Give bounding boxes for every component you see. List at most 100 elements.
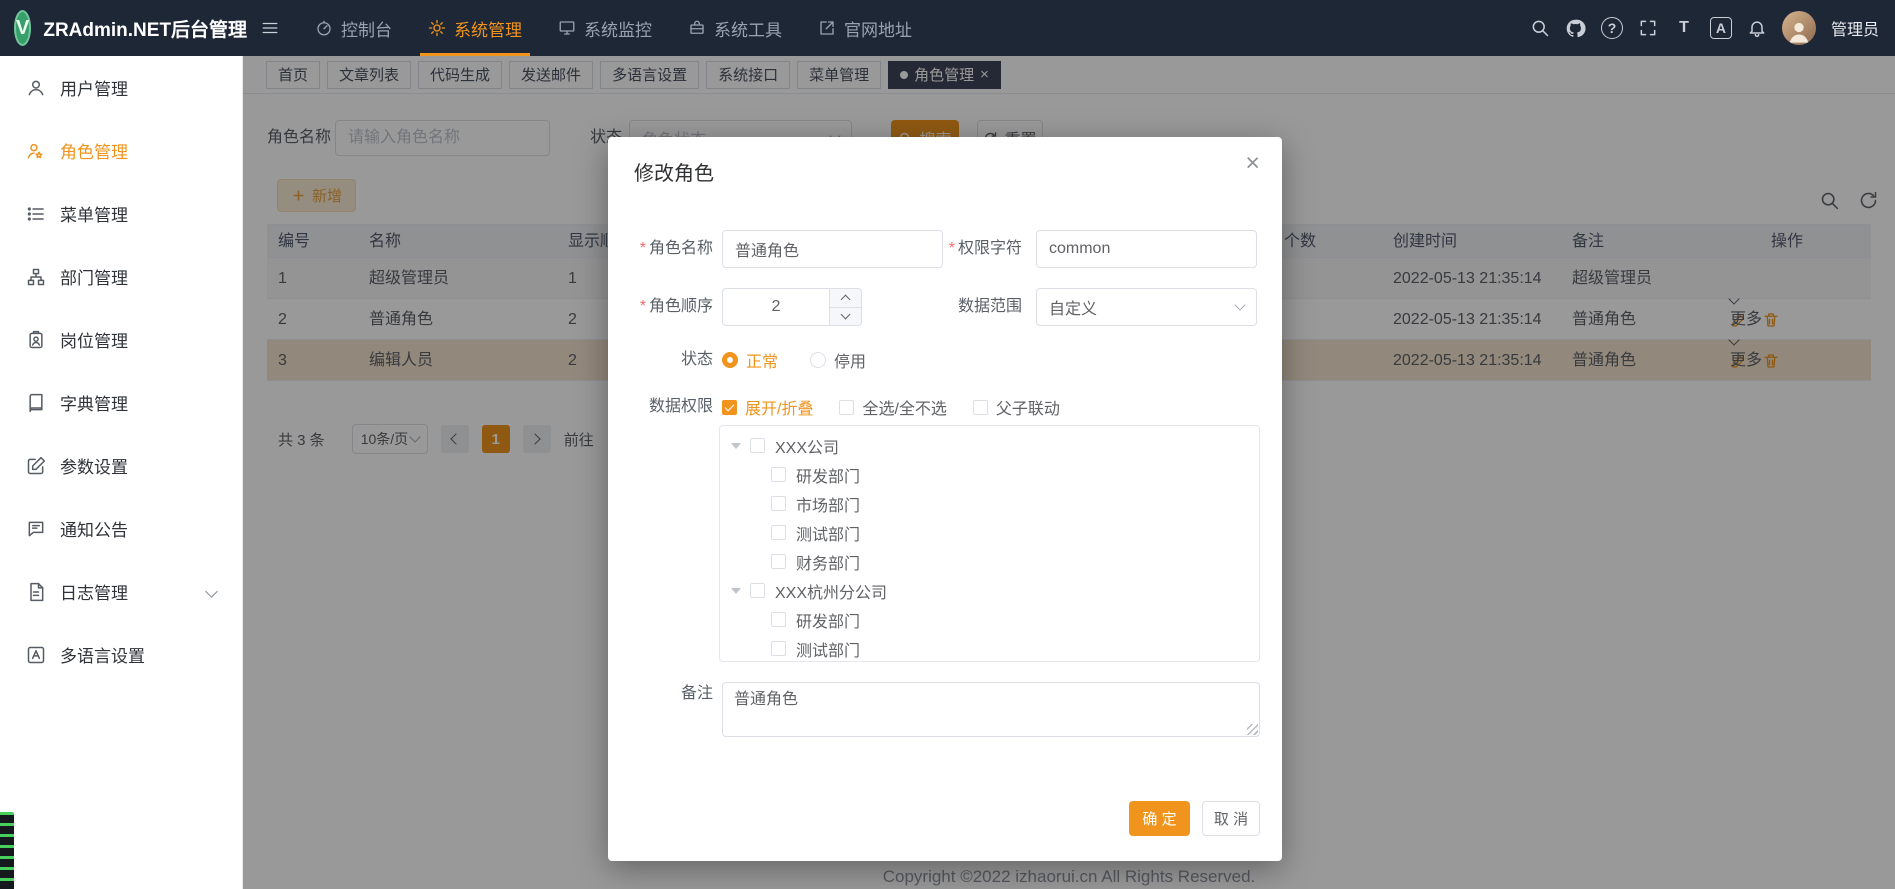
status-radio-group: 正常 停用 [722, 341, 866, 379]
sidebar-item-dictionary[interactable]: 字典管理 [0, 371, 242, 434]
font-size-button[interactable]: T [1673, 17, 1695, 39]
caret-down-icon[interactable] [731, 588, 741, 594]
required-mark: * [640, 240, 646, 257]
sidebar-item-notices[interactable]: 通知公告 [0, 497, 242, 560]
radio-icon [722, 352, 738, 368]
radio-label: 停用 [834, 348, 866, 372]
tree-node[interactable]: 研发部门 [720, 605, 1259, 634]
sidebar-item-logs[interactable]: 日志管理 [0, 560, 242, 623]
confirm-button[interactable]: 确 定 [1129, 801, 1190, 836]
notifications-button[interactable] [1747, 18, 1767, 38]
github-button[interactable] [1565, 18, 1586, 39]
current-user-name[interactable]: 管理员 [1831, 16, 1879, 40]
sidebar-item-menus[interactable]: 菜单管理 [0, 182, 242, 245]
number-stepper [829, 289, 861, 325]
tree-checkbox[interactable] [771, 554, 786, 569]
tree-checkbox[interactable] [750, 583, 765, 598]
topbar: V ZRAdmin.NET后台管理 控制台 系统管理 系统监控 系统工具 官网地… [0, 0, 1895, 56]
tree-node-label[interactable]: 测试部门 [796, 521, 860, 545]
cancel-button[interactable]: 取 消 [1202, 801, 1260, 836]
sidebar-toggle-button[interactable] [243, 0, 297, 56]
tree-node-label[interactable]: 研发部门 [796, 608, 860, 632]
topnav-system-monitor[interactable]: 系统监控 [540, 0, 670, 56]
fullscreen-button[interactable] [1638, 18, 1658, 38]
remark-textarea[interactable]: 普通角色 [722, 682, 1260, 737]
topbar-actions: ? T A 管理员 [1530, 0, 1895, 56]
tree-node-label[interactable]: 财务部门 [796, 550, 860, 574]
topnav-label: 控制台 [341, 16, 392, 41]
role-name-input[interactable] [722, 230, 943, 268]
topnav-website-link[interactable]: 官网地址 [800, 0, 930, 56]
role-order-label: *角色顺序 [608, 288, 713, 326]
textarea-resize-handle[interactable] [1247, 724, 1258, 735]
tree-node-label[interactable]: 市场部门 [796, 492, 860, 516]
checkbox-select-all[interactable]: 全选/全不选 [839, 395, 946, 419]
user-icon [26, 78, 46, 98]
increment-button[interactable] [830, 289, 861, 308]
tree-node[interactable]: XXX杭州分公司 [720, 576, 1259, 605]
menu-list-icon [26, 204, 46, 224]
tree-node-label[interactable]: XXX公司 [775, 434, 839, 458]
tree-checkbox[interactable] [771, 496, 786, 511]
tree-node-label[interactable]: XXX杭州分公司 [775, 579, 887, 603]
sidebar-item-label: 多语言设置 [60, 642, 145, 667]
checkbox-label: 展开/折叠 [745, 395, 813, 419]
tree-node[interactable]: 测试部门 [720, 518, 1259, 547]
topnav-console[interactable]: 控制台 [297, 0, 410, 56]
topnav-system-management[interactable]: 系统管理 [410, 0, 540, 56]
tree-node[interactable]: 财务部门 [720, 547, 1259, 576]
app-title: ZRAdmin.NET后台管理 [43, 15, 247, 42]
avatar[interactable] [1782, 11, 1816, 45]
message-bubble-icon [26, 519, 46, 539]
role-name-label: *角色名称 [608, 230, 713, 268]
confirm-button-label: 确 定 [1142, 808, 1176, 829]
tree-node[interactable]: XXX公司 [720, 431, 1259, 460]
tree-checkbox[interactable] [750, 438, 765, 453]
data-scope-value: 自定义 [1049, 295, 1097, 319]
edit-role-dialog: 修改角色 × *角色名称 *权限字符 *角色顺序 数据范围 自定义 状态 正常 … [608, 137, 1282, 861]
chevron-down-icon [205, 585, 218, 598]
help-button[interactable]: ? [1601, 17, 1623, 39]
tree-node[interactable]: 测试部门 [720, 634, 1259, 662]
app-logo[interactable]: V ZRAdmin.NET后台管理 [0, 0, 243, 56]
topnav-label: 系统管理 [454, 16, 522, 41]
tree-node-label[interactable]: 测试部门 [796, 637, 860, 661]
radio-status-normal[interactable]: 正常 [722, 348, 778, 372]
sidebar-item-posts[interactable]: 岗位管理 [0, 308, 242, 371]
topnav-label: 官网地址 [844, 16, 912, 41]
topnav-system-tools[interactable]: 系统工具 [670, 0, 800, 56]
checkbox-parent-child-link[interactable]: 父子联动 [973, 395, 1060, 419]
data-scope-select[interactable]: 自定义 [1036, 288, 1257, 326]
language-button[interactable]: A [1710, 17, 1732, 39]
sidebar-item-i18n[interactable]: 多语言设置 [0, 623, 242, 686]
sidebar-item-roles[interactable]: 角色管理 [0, 119, 242, 182]
tree-checkbox[interactable] [771, 467, 786, 482]
tree-checkbox[interactable] [771, 641, 786, 656]
close-icon[interactable]: × [1245, 151, 1260, 176]
tree-checkbox[interactable] [771, 612, 786, 627]
tree-node-label[interactable]: 研发部门 [796, 463, 860, 487]
sidebar-item-users[interactable]: 用户管理 [0, 56, 242, 119]
tree-node[interactable]: 研发部门 [720, 460, 1259, 489]
org-tree-icon [26, 267, 46, 287]
sidebar-item-label: 角色管理 [60, 138, 128, 163]
chevron-down-icon [1234, 299, 1245, 310]
role-order-value[interactable] [723, 289, 829, 325]
header-search-button[interactable] [1530, 18, 1550, 38]
sidebar-item-parameters[interactable]: 参数设置 [0, 434, 242, 497]
radio-icon [810, 352, 826, 368]
chevron-up-icon [841, 295, 851, 305]
checkbox-expand-collapse[interactable]: 展开/折叠 [722, 395, 813, 419]
role-order-input[interactable] [722, 288, 862, 326]
tree-checkbox[interactable] [771, 525, 786, 540]
caret-down-icon[interactable] [731, 443, 741, 449]
external-link-icon [818, 19, 836, 37]
data-perm-options: 展开/折叠 全选/全不选 父子联动 [722, 388, 1060, 426]
perm-char-input[interactable] [1036, 230, 1257, 268]
tree-node[interactable]: 市场部门 [720, 489, 1259, 518]
decrement-button[interactable] [830, 308, 861, 326]
sidebar-item-departments[interactable]: 部门管理 [0, 245, 242, 308]
radio-status-disabled[interactable]: 停用 [810, 348, 866, 372]
status-label: 状态 [608, 341, 713, 379]
checkbox-label: 全选/全不选 [862, 395, 946, 419]
